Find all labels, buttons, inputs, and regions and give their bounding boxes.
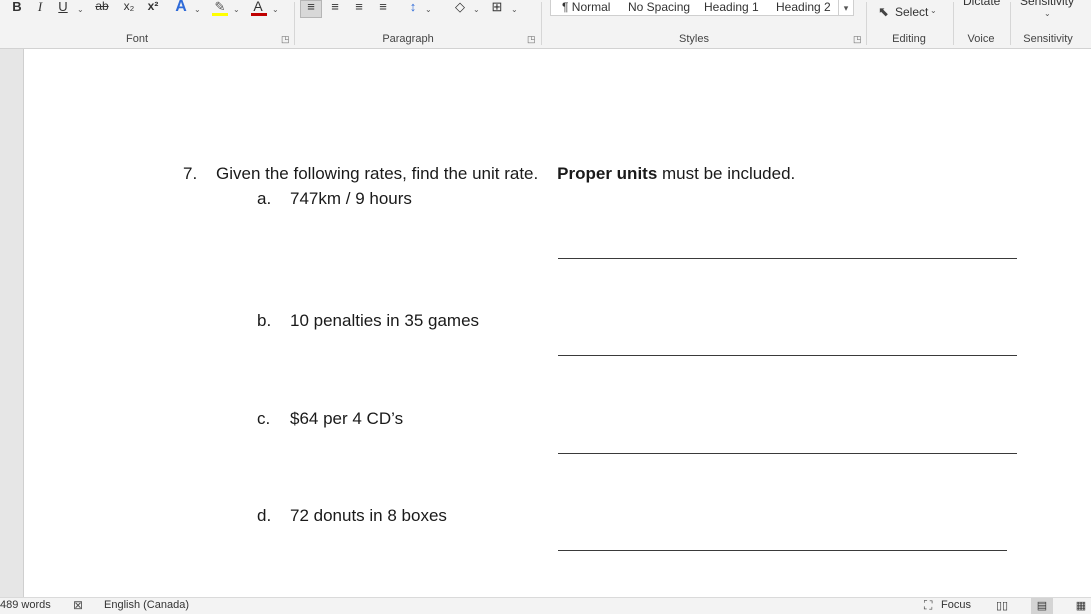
item-letter: b. xyxy=(257,311,272,330)
answer-line[interactable] xyxy=(558,257,1017,259)
underline-button[interactable]: U xyxy=(57,0,69,15)
dialog-launcher-icon[interactable]: ◳ xyxy=(527,35,536,44)
highlight-color-bar xyxy=(212,13,228,16)
editing-group-label: Editing xyxy=(892,33,926,45)
align-center-icon[interactable]: ≡ xyxy=(328,0,342,15)
dictate-button[interactable]: Dictate xyxy=(963,0,1000,8)
word-count[interactable]: 489 words xyxy=(0,599,51,611)
question-text: Given the following rates, find the unit… xyxy=(216,164,795,184)
select-button[interactable]: Select xyxy=(895,5,928,19)
item-text: $64 per 4 CD’s xyxy=(290,409,404,428)
chevron-down-icon[interactable]: ⌄ xyxy=(425,3,432,18)
superscript-button[interactable]: x² xyxy=(145,0,161,15)
align-left-icon: ≡ xyxy=(307,0,315,14)
line-spacing-icon[interactable]: ↕ xyxy=(405,0,421,15)
item-letter: d. xyxy=(257,506,272,525)
bold-button[interactable]: B xyxy=(10,0,24,15)
styles-group: ¶ Normal No Spacing Heading 1 Heading 2 … xyxy=(542,0,866,49)
dialog-launcher-icon[interactable]: ◳ xyxy=(853,35,862,44)
question-tail: must be included. xyxy=(662,164,796,183)
answer-line[interactable] xyxy=(558,354,1017,356)
italic-button[interactable]: I xyxy=(34,0,46,15)
borders-icon[interactable]: ⊞ xyxy=(489,0,505,15)
editing-group: ⬉ Select ⌄ Editing xyxy=(867,0,953,49)
chevron-down-icon[interactable]: ⌄ xyxy=(272,3,279,18)
chevron-down-icon[interactable]: ⌄ xyxy=(930,6,937,15)
item-letter: a. xyxy=(257,189,272,208)
sensitivity-group: Sensitivity ⌄ Sensitivity xyxy=(1011,0,1091,49)
question-bold-phrase: Proper units xyxy=(557,164,658,183)
voice-group: Dictate Voice xyxy=(954,0,1010,49)
select-pointer-icon: ⬉ xyxy=(878,4,889,19)
item-letter: c. xyxy=(257,409,271,428)
read-mode-icon[interactable]: ▯▯ xyxy=(991,598,1013,614)
style-no-spacing[interactable]: No Spacing xyxy=(628,0,690,14)
text-effects-button[interactable]: A xyxy=(174,0,188,15)
item-text: 72 donuts in 8 boxes xyxy=(290,506,447,525)
item-text: 10 penalties in 35 games xyxy=(290,311,480,330)
status-bar: 489 words ⊠ English (Canada) ⛶ Focus ▯▯ … xyxy=(0,597,1091,614)
chevron-down-icon[interactable]: ⌄ xyxy=(233,3,240,18)
sensitivity-group-label: Sensitivity xyxy=(1023,33,1073,45)
paragraph-group-label: Paragraph xyxy=(382,33,434,45)
ribbon: B I U ⌄ ab x₂ x² A ⌄ ✎ ⌄ A ⌄ Font ◳ ≡ ≡ … xyxy=(0,0,1091,49)
paragraph-group: ≡ ≡ ≡ ≡ ↕ ⌄ ◇ ⌄ ⊞ ⌄ Paragraph ◳ xyxy=(295,0,541,49)
strikethrough-button[interactable]: ab xyxy=(93,0,111,15)
align-right-icon[interactable]: ≡ xyxy=(352,0,366,15)
font-color-bar xyxy=(251,13,267,16)
focus-button[interactable]: Focus xyxy=(941,599,971,611)
subscript-button[interactable]: x₂ xyxy=(121,0,137,15)
document-area: 7. Given the following rates, find the u… xyxy=(0,49,1091,597)
chevron-down-icon[interactable]: ⌄ xyxy=(473,3,480,18)
voice-group-label: Voice xyxy=(967,33,995,45)
shading-icon[interactable]: ◇ xyxy=(452,0,468,15)
print-layout-icon[interactable]: ▤ xyxy=(1031,598,1053,614)
font-group-label: Font xyxy=(125,33,149,45)
justify-icon[interactable]: ≡ xyxy=(376,0,390,15)
style-normal[interactable]: ¶ Normal xyxy=(562,0,610,14)
style-heading-1[interactable]: Heading 1 xyxy=(704,0,759,14)
sensitivity-button[interactable]: Sensitivity xyxy=(1020,0,1074,8)
item-text: 747km / 9 hours xyxy=(290,189,412,208)
question-instruction: Given the following rates, find the unit… xyxy=(216,164,539,183)
document-page[interactable]: 7. Given the following rates, find the u… xyxy=(23,49,1091,597)
style-heading-2[interactable]: Heading 2 xyxy=(776,0,831,14)
chevron-down-icon[interactable]: ⌄ xyxy=(511,3,518,18)
styles-more-icon[interactable]: ▾ xyxy=(838,0,853,16)
question-number: 7. xyxy=(183,164,198,183)
font-group: B I U ⌄ ab x₂ x² A ⌄ ✎ ⌄ A ⌄ Font ◳ xyxy=(0,0,294,49)
focus-icon[interactable]: ⛶ xyxy=(924,598,932,613)
dialog-launcher-icon[interactable]: ◳ xyxy=(281,35,290,44)
proofing-icon[interactable]: ⊠ xyxy=(73,598,83,612)
language-status[interactable]: English (Canada) xyxy=(104,599,189,611)
chevron-down-icon[interactable]: ⌄ xyxy=(194,3,201,18)
styles-group-label: Styles xyxy=(679,33,709,45)
chevron-down-icon[interactable]: ⌄ xyxy=(1044,9,1051,18)
answer-line[interactable] xyxy=(558,549,1007,551)
chevron-down-icon[interactable]: ⌄ xyxy=(77,3,84,18)
web-layout-icon[interactable]: ▦ xyxy=(1070,598,1091,614)
answer-line[interactable] xyxy=(558,452,1017,454)
